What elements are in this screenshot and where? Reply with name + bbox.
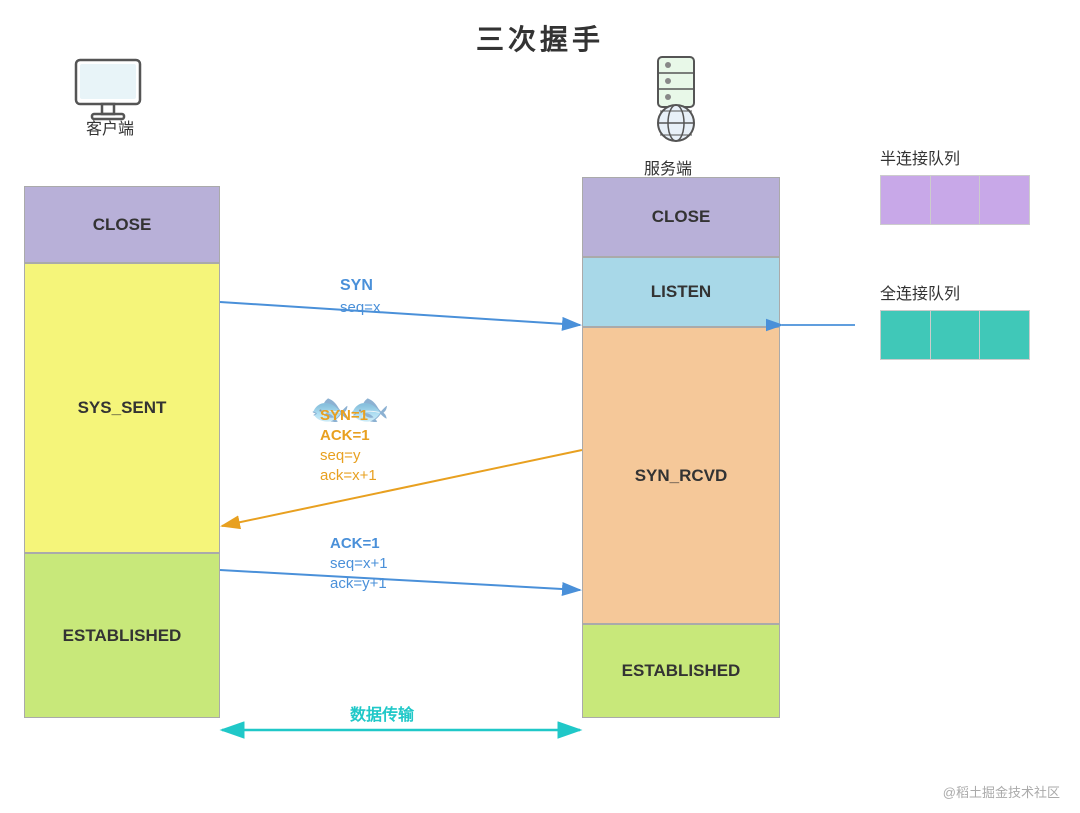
full-queue-label: 全连接队列 [880,280,1030,304]
full-connection-queue-section: 全连接队列 [880,280,1030,360]
client-label: 客户端 [60,115,160,139]
full-queue-cell-1 [881,311,931,359]
half-queue-cell-3 [980,176,1029,224]
server-icon [636,55,716,150]
svg-text:ACK=1: ACK=1 [330,535,380,552]
svg-text:seq=x: seq=x [340,299,381,316]
client-close-state: CLOSE [24,186,220,263]
svg-text:ack=y+1: ack=y+1 [330,575,387,592]
decorative-watermark: 🐟🐟 [310,390,390,428]
server-syn-rcvd-state: SYN_RCVD [582,327,780,624]
half-queue-box [880,175,1030,225]
server-established-state: ESTABLISHED [582,624,780,718]
client-sys-sent-state: SYS_SENT [24,263,220,553]
half-queue-cell-2 [931,176,981,224]
svg-text:ACK=1: ACK=1 [320,427,370,444]
svg-text:数据传输: 数据传输 [350,705,415,724]
full-queue-box [880,310,1030,360]
svg-text:SYN: SYN [340,277,373,294]
svg-text:seq=x+1: seq=x+1 [330,555,388,572]
half-queue-label: 半连接队列 [880,145,1030,169]
server-label: 服务端 [618,155,718,179]
svg-text:seq=y: seq=y [320,447,361,464]
diagram: 三次握手 客户端 [0,0,1080,813]
server-close-state: CLOSE [582,177,780,257]
client-established-state: ESTABLISHED [24,553,220,718]
svg-text:SYN=1: SYN=1 [320,407,368,424]
server-listen-state: LISTEN [582,257,780,327]
watermark: @稻土掘金技术社区 [943,782,1060,801]
svg-text:ack=x+1: ack=x+1 [320,467,377,484]
page-title: 三次握手 [0,0,1080,58]
full-queue-cell-3 [980,311,1029,359]
full-queue-cell-2 [931,311,981,359]
half-queue-cell-1 [881,176,931,224]
half-connection-queue-section: 半连接队列 [880,145,1030,225]
